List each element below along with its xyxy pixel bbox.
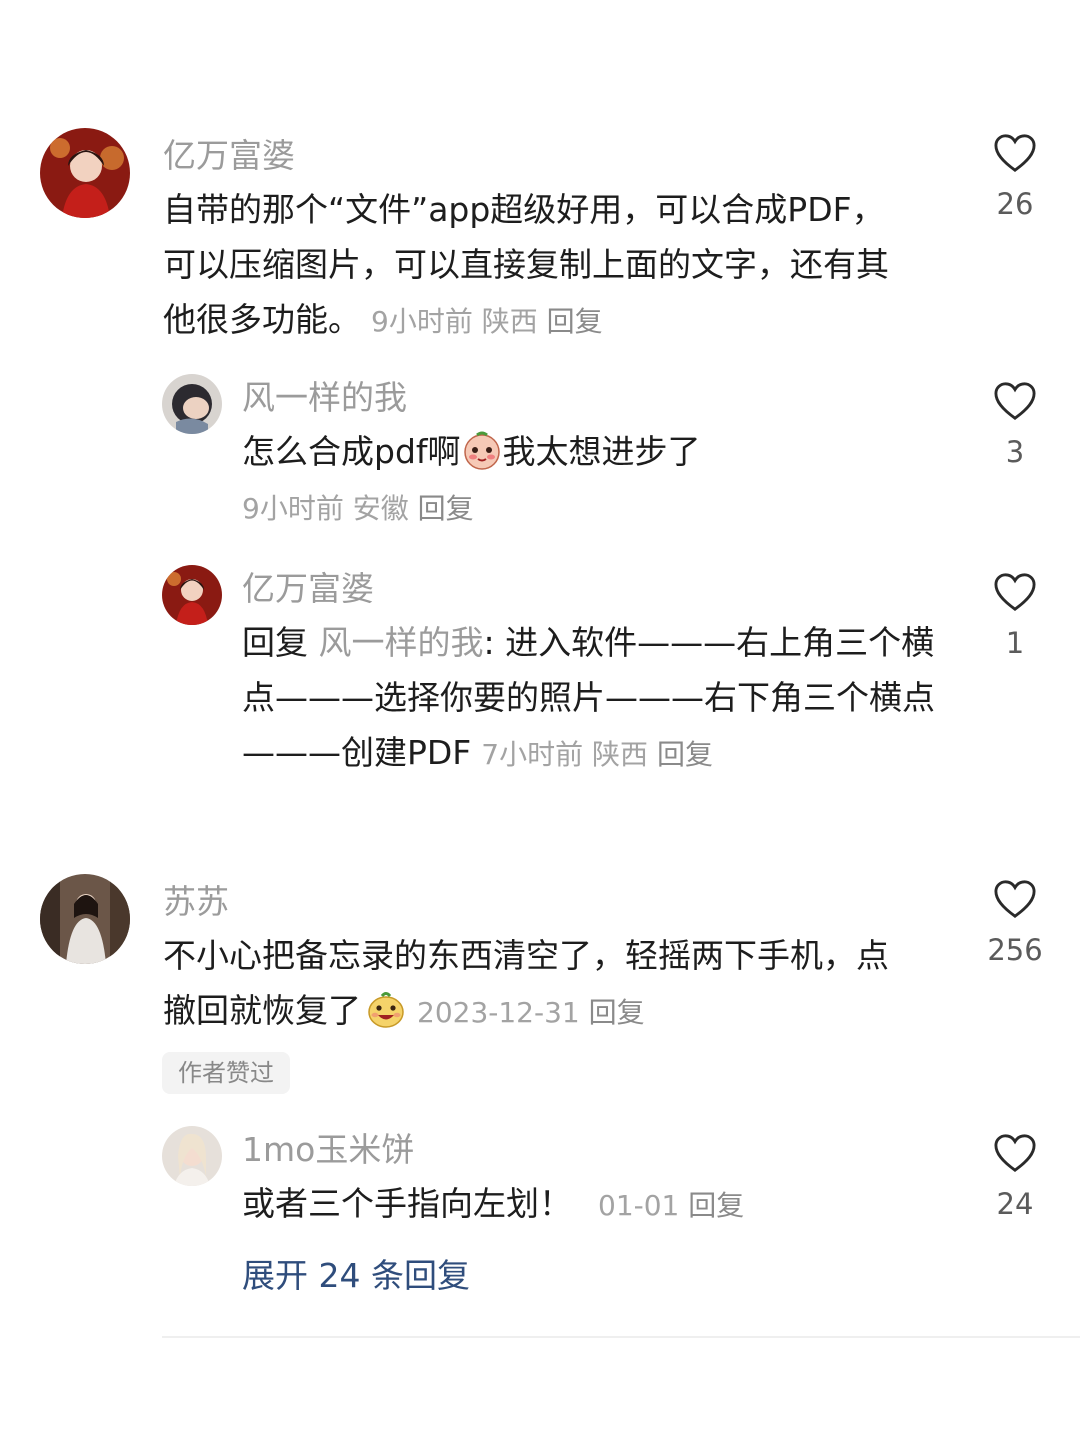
comment-author[interactable]: 苏苏 (163, 878, 903, 926)
shy-face-emoji (463, 431, 500, 470)
like-count: 256 (987, 933, 1043, 967)
comment-meta: 7小时前 陕西 回复 (481, 738, 713, 771)
comment-text: 回复 风一样的我: 进入软件———右上角三个横点———选择你要的照片———右下角… (242, 615, 942, 782)
like-button[interactable]: 24 (975, 1132, 1055, 1224)
like-count: 1 (1005, 626, 1025, 660)
comment-meta: 9小时前 陕西 回复 (371, 305, 603, 338)
comment-meta: 9小时前 安徽 回复 (242, 487, 942, 531)
expand-replies-button[interactable]: 展开 24 条回复 (242, 1252, 470, 1300)
avatar[interactable] (40, 874, 130, 964)
comment-time: 9小时前 (242, 492, 344, 525)
comment-location: 陕西 (481, 305, 538, 338)
comment-author[interactable]: 1mo玉米饼 (242, 1126, 942, 1174)
heart-outline-icon (994, 880, 1036, 918)
like-button[interactable]: 3 (975, 380, 1055, 472)
heart-outline-icon (994, 134, 1036, 172)
comment-text-content: 或者三个手指向左划！ (242, 1184, 572, 1223)
comment-meta: 2023-12-31 回复 (417, 996, 645, 1029)
reply-button[interactable]: 回复 (657, 738, 713, 771)
like-button[interactable]: 26 (975, 132, 1055, 224)
like-button[interactable]: 1 (975, 571, 1055, 663)
avatar[interactable] (162, 565, 222, 625)
like-count: 24 (996, 1187, 1034, 1221)
heart-outline-icon (994, 382, 1036, 420)
comment-meta: 01-01 回复 (598, 1189, 744, 1222)
comment-location: 陕西 (592, 738, 649, 771)
like-count: 26 (996, 187, 1034, 221)
like-count: 3 (1005, 435, 1025, 469)
avatar[interactable] (40, 128, 130, 218)
comment-time: 7小时前 (481, 738, 584, 771)
heart-outline-icon (994, 573, 1036, 611)
comment-location: 安徽 (352, 492, 409, 525)
reply-prefix: 回复 (242, 623, 308, 662)
like-button[interactable]: 256 (975, 878, 1055, 970)
comment-date: 01-01 (598, 1189, 680, 1222)
comment-text: 不小心把备忘录的东西清空了，轻摇两下手机，点撤回就恢复了 2023-12-31 回… (163, 928, 903, 1040)
divider (162, 1336, 1080, 1338)
heart-outline-icon (994, 1134, 1036, 1172)
reply-button[interactable]: 回复 (589, 996, 645, 1029)
author-liked-badge: 作者赞过 (162, 1052, 290, 1094)
comment-text-before: 怎么合成pdf啊 (242, 432, 461, 471)
grin-face-emoji (368, 992, 404, 1028)
reply-button[interactable]: 回复 (418, 492, 474, 525)
comment-time: 9小时前 (371, 305, 473, 338)
comment-text: 或者三个手指向左划！ 01-01 回复 (242, 1176, 942, 1233)
comment-date: 2023-12-31 (417, 996, 580, 1029)
comment-text: 自带的那个“文件”app超级好用，可以合成PDF，可以压缩图片，可以直接复制上面… (163, 182, 903, 349)
reply-button[interactable]: 回复 (688, 1189, 744, 1222)
comment-author[interactable]: 亿万富婆 (163, 132, 903, 180)
comment-text-after: 我太想进步了 (502, 432, 701, 471)
avatar[interactable] (162, 1126, 222, 1186)
reply-button[interactable]: 回复 (547, 305, 603, 338)
comment-author[interactable]: 亿万富婆 (242, 565, 942, 613)
comment-text: 怎么合成pdf啊 我太想进步了 (242, 424, 942, 479)
mention-link[interactable]: 风一样的我 (319, 623, 484, 662)
avatar[interactable] (162, 374, 222, 434)
comment-author[interactable]: 风一样的我 (242, 374, 942, 422)
